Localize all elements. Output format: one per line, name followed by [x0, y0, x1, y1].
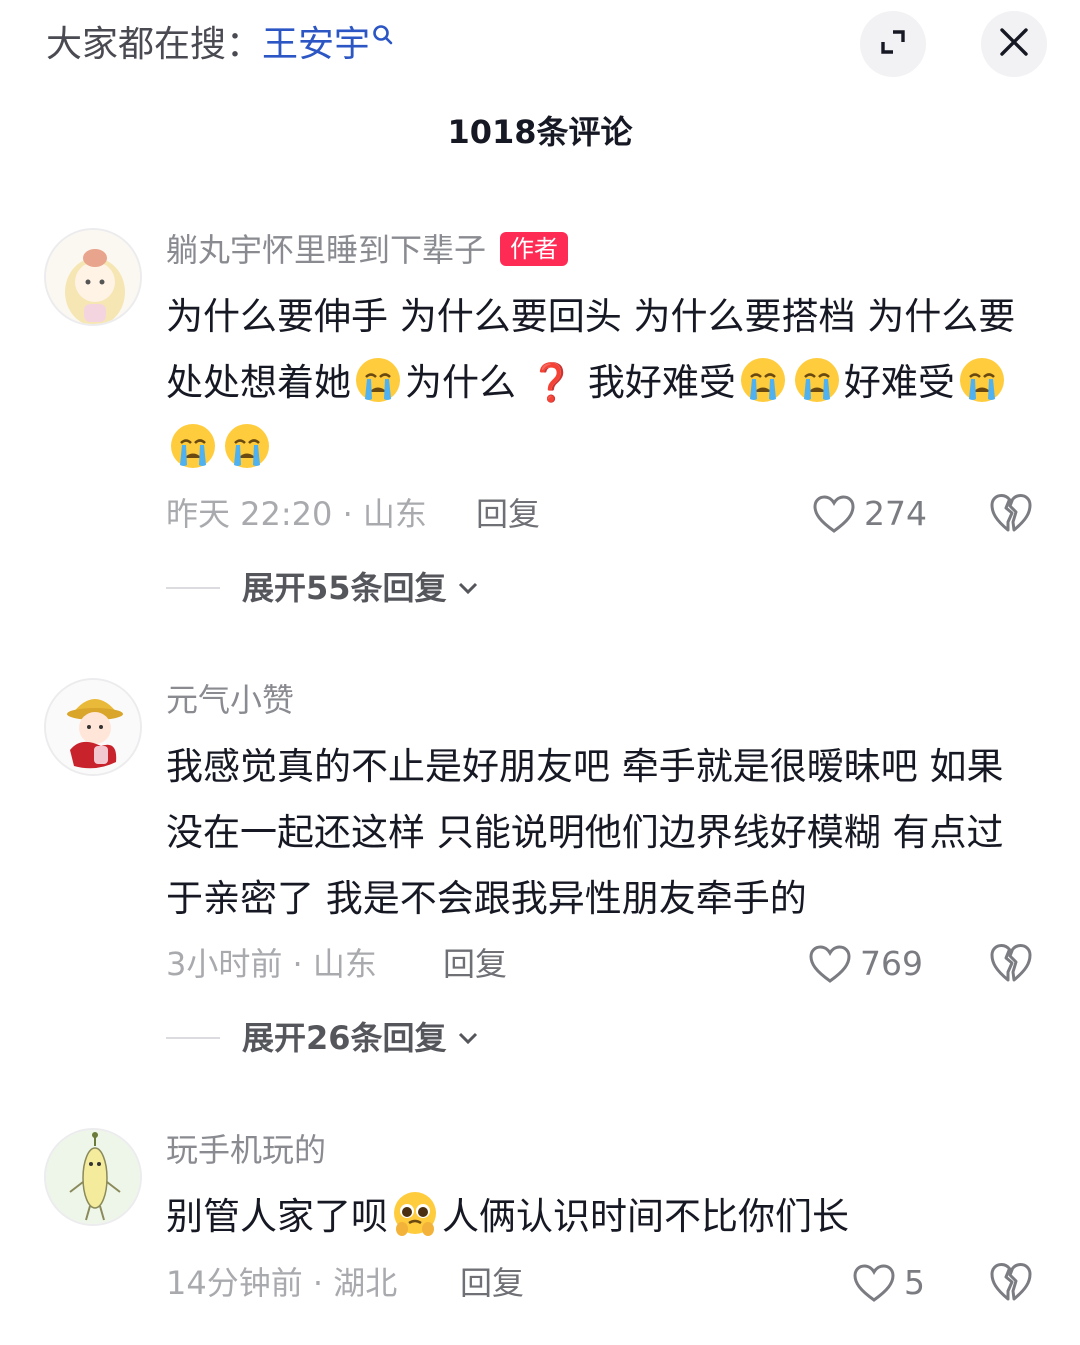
avatar[interactable]: [44, 1128, 142, 1226]
chevron-down-icon: [458, 1032, 477, 1045]
broken-heart-icon: [990, 944, 1032, 982]
like-button[interactable]: 769: [808, 942, 923, 986]
search-suggestion[interactable]: 大家都在搜：王安宇: [46, 20, 394, 70]
pleading-emoji-icon: [390, 1189, 440, 1239]
avatar[interactable]: [44, 678, 142, 776]
like-count: 769: [860, 944, 923, 983]
comment-time-location: 昨天 22:20 · 山东: [166, 495, 427, 533]
expand-replies-label[interactable]: 展开26条回复: [242, 1016, 447, 1060]
comment-time-location: 14分钟前 · 湖北: [166, 1264, 398, 1302]
comment-text-part: 人俩认识时间不比你们长: [442, 1195, 849, 1238]
comment-text: 别管人家了呗 人俩认识时间不比你们长: [166, 1184, 1036, 1250]
divider-line: [166, 1037, 220, 1039]
crying-emoji-icon: [168, 421, 218, 471]
like-button[interactable]: 274: [812, 492, 927, 536]
expand-replies[interactable]: 展开55条回复: [166, 566, 479, 610]
crying-emoji-icon: [738, 355, 788, 405]
comment-text: 我感觉真的不止是好朋友吧 牵手就是很暧昧吧 如果没在一起还这样 只能说明他们边界…: [166, 745, 1004, 920]
dislike-button[interactable]: [989, 492, 1033, 536]
comment-username[interactable]: 元气小赞: [166, 678, 294, 722]
broken-heart-icon: [990, 1263, 1032, 1301]
comment-text-part: 为什么: [405, 361, 516, 404]
red-question-icon: ❓: [516, 361, 588, 404]
expand-icon: [877, 26, 909, 62]
heart-icon: [809, 945, 851, 983]
close-button[interactable]: [981, 11, 1047, 77]
comment-username[interactable]: 玩手机玩的: [166, 1128, 326, 1172]
comment-text: 为什么要伸手 为什么要回头 为什么要搭档 为什么要处处想着她 为什么 ❓ 我好难受…: [166, 284, 1036, 482]
like-count: 5: [904, 1263, 925, 1302]
expand-button[interactable]: [860, 11, 926, 77]
expand-replies-label[interactable]: 展开55条回复: [242, 566, 447, 610]
comment-text-part: 别管人家了呗: [166, 1195, 388, 1238]
comment-text-part: 我好难受: [587, 361, 736, 404]
comment-time-location: 3小时前 · 山东: [166, 945, 377, 983]
search-icon: [372, 20, 394, 50]
broken-heart-icon: [990, 494, 1032, 532]
avatar[interactable]: [44, 228, 142, 326]
comment-text-part: 好难受: [843, 361, 955, 404]
username-text[interactable]: 躺丸宇怀里睡到下辈子: [166, 231, 486, 269]
crying-emoji-icon: [792, 355, 842, 405]
crying-emoji-icon: [222, 421, 272, 471]
crying-emoji-icon: [957, 355, 1007, 405]
close-icon: [999, 27, 1029, 61]
search-prefix: 大家都在搜：: [46, 24, 263, 65]
author-badge: 作者: [500, 232, 569, 266]
top-bar: 大家都在搜：王安宇: [0, 0, 1080, 90]
expand-replies[interactable]: 展开26条回复: [166, 1016, 479, 1060]
search-keyword[interactable]: 王安宇: [262, 24, 370, 65]
crying-emoji-icon: [353, 355, 403, 405]
chevron-down-icon: [458, 582, 477, 595]
reply-button[interactable]: 回复: [460, 1261, 524, 1305]
like-count: 274: [864, 494, 927, 533]
divider-line: [166, 587, 220, 589]
heart-icon: [813, 495, 855, 533]
dislike-button[interactable]: [989, 1261, 1033, 1305]
reply-button[interactable]: 回复: [443, 942, 507, 986]
dislike-button[interactable]: [989, 942, 1033, 986]
like-button[interactable]: 5: [852, 1261, 925, 1305]
reply-button[interactable]: 回复: [476, 492, 540, 536]
comment-username[interactable]: 躺丸宇怀里睡到下辈子 作者: [166, 228, 569, 272]
heart-icon: [853, 1264, 895, 1302]
comment-count-title: 1018条评论: [447, 113, 633, 151]
